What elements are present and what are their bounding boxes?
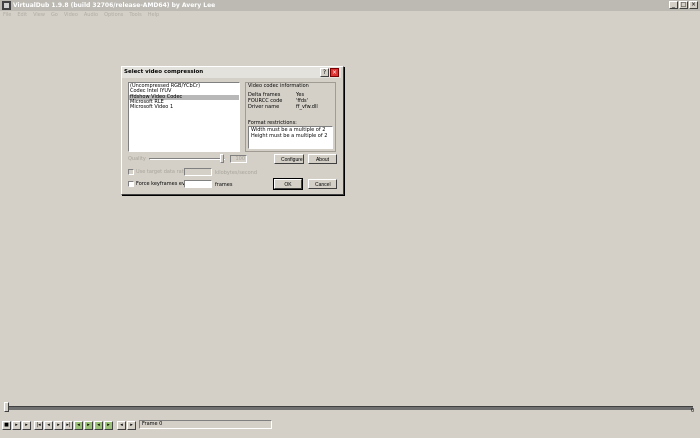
select-video-compression-dialog: Select video compression ? × (Uncompress… bbox=[121, 66, 344, 195]
window-controls: _ □ × bbox=[669, 1, 698, 9]
dialog-title-bar[interactable]: Select video compression ? × bbox=[122, 67, 341, 78]
frame-status: Frame 0 bbox=[139, 420, 272, 429]
mark-in-icon[interactable]: ◂ bbox=[117, 421, 126, 430]
configure-button[interactable]: Configure bbox=[274, 154, 304, 164]
timeline-end-label: 0 bbox=[691, 408, 695, 414]
codec-info-label: Video codec information bbox=[247, 83, 310, 89]
menu-bar: File Edit View Go Video Audio Options To… bbox=[0, 11, 700, 20]
go-end-icon[interactable]: ▸| bbox=[64, 421, 73, 430]
stop-icon[interactable]: ■ bbox=[2, 421, 11, 430]
force-keyframes-checkbox[interactable] bbox=[128, 181, 134, 187]
menu-file[interactable]: File bbox=[3, 11, 11, 20]
dialog-close-button[interactable]: × bbox=[330, 68, 339, 77]
app-title-bar[interactable]: VirtualDub 1.9.8 (build 32706/release-AM… bbox=[0, 0, 700, 11]
menu-edit[interactable]: Edit bbox=[17, 11, 27, 20]
dialog-title: Select video compression bbox=[124, 69, 204, 75]
keyframes-unit: frames bbox=[215, 182, 233, 188]
about-button[interactable]: About bbox=[308, 154, 337, 164]
driver-name-value: ff_vfw.dll bbox=[296, 104, 318, 110]
next-keyframe-icon[interactable]: ▸ bbox=[84, 421, 93, 430]
codec-item[interactable]: Microsoft Video 1 bbox=[129, 104, 239, 110]
video-workspace bbox=[0, 20, 700, 400]
step-forward-icon[interactable]: ▸ bbox=[54, 421, 63, 430]
codec-list[interactable]: (Uncompressed RGB/YCbCr) Codec Intel IYU… bbox=[128, 82, 240, 152]
timeline: 0 bbox=[0, 400, 700, 414]
quality-slider-thumb[interactable] bbox=[220, 154, 224, 163]
menu-video[interactable]: Video bbox=[64, 11, 78, 20]
prev-keyframe-icon[interactable]: ◂ bbox=[74, 421, 83, 430]
codec-info-group: Video codec information Delta frames Yes… bbox=[245, 82, 336, 152]
quality-label: Quality bbox=[128, 156, 146, 162]
cancel-button[interactable]: Cancel bbox=[308, 179, 337, 189]
restriction-line: Height must be a multiple of 2 bbox=[251, 133, 328, 139]
driver-name-label: Driver name bbox=[248, 104, 280, 110]
play-input-icon[interactable]: ▸ bbox=[12, 421, 21, 430]
scene-forward-icon[interactable]: ▸ bbox=[104, 421, 113, 430]
data-rate-field[interactable] bbox=[184, 168, 212, 176]
step-back-icon[interactable]: ◂ bbox=[44, 421, 53, 430]
data-rate-unit: kilobytes/second bbox=[215, 170, 258, 176]
menu-options[interactable]: Options bbox=[104, 11, 123, 20]
help-button[interactable]: ? bbox=[320, 68, 329, 77]
minimize-button[interactable]: _ bbox=[669, 1, 678, 9]
menu-tools[interactable]: Tools bbox=[129, 11, 141, 20]
play-output-icon[interactable]: ▸ bbox=[22, 421, 31, 430]
timeline-thumb[interactable] bbox=[4, 402, 9, 412]
virtualdub-app-icon bbox=[2, 1, 11, 10]
playback-toolbar: ■ ▸ ▸ |◂ ◂ ▸ ▸| ◂ ▸ ◂ ▸ ◂ ▸ Frame 0 bbox=[0, 418, 700, 438]
keyframes-field[interactable] bbox=[184, 180, 212, 188]
menu-help[interactable]: Help bbox=[148, 11, 159, 20]
data-rate-checkbox[interactable] bbox=[128, 169, 134, 175]
mark-out-icon[interactable]: ▸ bbox=[127, 421, 136, 430]
scene-back-icon[interactable]: ◂ bbox=[94, 421, 103, 430]
quality-value-field[interactable]: 100 bbox=[230, 155, 247, 163]
menu-view[interactable]: View bbox=[33, 11, 45, 20]
maximize-button[interactable]: □ bbox=[679, 1, 688, 9]
close-window-button[interactable]: × bbox=[689, 1, 698, 9]
quality-slider-track[interactable] bbox=[149, 158, 225, 160]
app-title: VirtualDub 1.9.8 (build 32706/release-AM… bbox=[13, 2, 216, 9]
format-restrictions-box: Width must be a multiple of 2 Height mus… bbox=[248, 126, 333, 149]
ok-button[interactable]: OK bbox=[273, 178, 303, 190]
go-start-icon[interactable]: |◂ bbox=[34, 421, 43, 430]
timeline-track[interactable] bbox=[6, 406, 693, 410]
menu-audio[interactable]: Audio bbox=[84, 11, 98, 20]
menu-go[interactable]: Go bbox=[51, 11, 58, 20]
